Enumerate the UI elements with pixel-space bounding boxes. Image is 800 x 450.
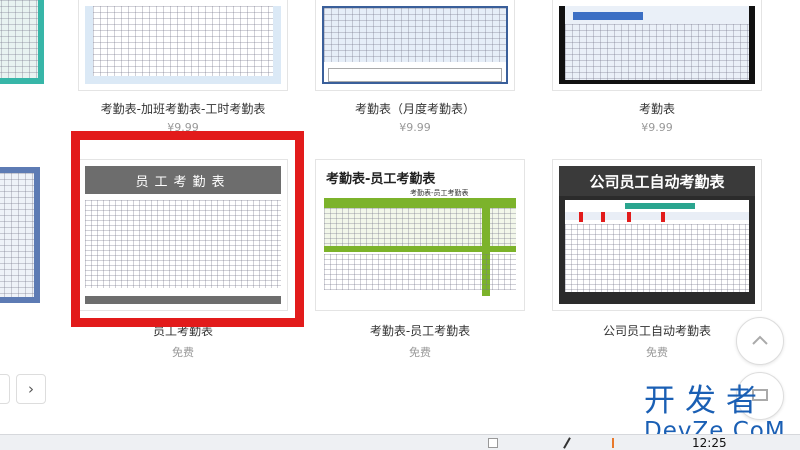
template-price: 免费 bbox=[409, 346, 431, 359]
highlight-box bbox=[71, 131, 304, 327]
chevron-up-icon bbox=[752, 335, 768, 345]
scroll-top-button[interactable] bbox=[736, 317, 784, 365]
template-thumbnail: 公司员工自动考勤表 bbox=[559, 166, 755, 304]
template-price: 免费 bbox=[646, 346, 668, 359]
template-thumbnail bbox=[559, 6, 755, 84]
os-taskbar bbox=[0, 434, 800, 450]
taskbar-clock: 12:25 bbox=[692, 436, 727, 450]
template-card-3[interactable] bbox=[552, 0, 762, 91]
pager-prev-partial[interactable] bbox=[0, 374, 10, 404]
template-card-left-partial-2[interactable] bbox=[0, 159, 45, 307]
watermark-line1: 开发者 bbox=[644, 383, 767, 419]
template-card-company-auto-attendance[interactable]: 公司员工自动考勤表 bbox=[552, 159, 762, 311]
template-card-left-partial[interactable] bbox=[0, 0, 44, 90]
chevron-right-icon: › bbox=[28, 380, 34, 398]
pager-next-button[interactable]: › bbox=[16, 374, 46, 404]
thumbnail-title: 公司员工自动考勤表 bbox=[559, 166, 755, 196]
template-card-2[interactable] bbox=[315, 0, 515, 91]
template-card-1[interactable] bbox=[78, 0, 288, 91]
pen-icon[interactable] bbox=[563, 437, 571, 449]
template-price: 免费 bbox=[172, 346, 194, 359]
template-title[interactable]: 考勤表（月度考勤表） bbox=[315, 100, 515, 117]
template-thumbnail bbox=[0, 0, 44, 84]
template-thumbnail bbox=[0, 167, 40, 303]
template-thumbnail bbox=[322, 6, 508, 84]
template-price: ¥9.99 bbox=[641, 121, 673, 134]
flag-icon[interactable] bbox=[612, 438, 620, 448]
template-thumbnail bbox=[85, 6, 281, 84]
template-title[interactable]: 考勤表-加班考勤表-工时考勤表 bbox=[78, 100, 288, 117]
template-title[interactable]: 考勤表 bbox=[552, 100, 762, 117]
taskbar-icon[interactable] bbox=[488, 438, 498, 448]
template-title[interactable]: 考勤表-员工考勤表 bbox=[315, 322, 525, 339]
template-card-attendance-employee[interactable]: 考勤表-员工考勤表 考勤表-员工考勤表 bbox=[315, 159, 525, 311]
template-thumbnail: 考勤表-员工考勤表 考勤表-员工考勤表 bbox=[322, 166, 518, 304]
template-price: ¥9.99 bbox=[399, 121, 431, 134]
template-title[interactable]: 公司员工自动考勤表 bbox=[552, 322, 762, 339]
thumbnail-title: 考勤表-员工考勤表 bbox=[326, 172, 436, 187]
thumbnail-subtitle: 考勤表-员工考勤表 bbox=[410, 189, 469, 197]
